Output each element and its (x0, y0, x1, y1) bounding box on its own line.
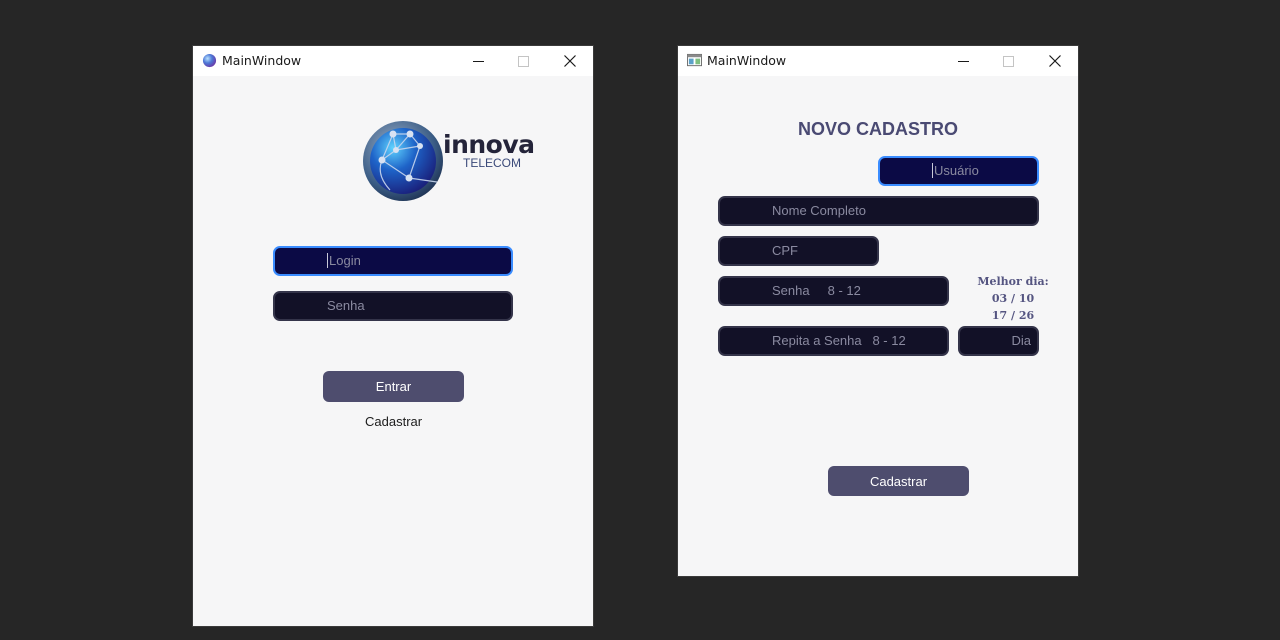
password-placeholder: Senha (327, 298, 365, 313)
repeat-password-placeholder: Repita a Senha 8 - 12 (772, 333, 906, 348)
text-caret (327, 253, 328, 268)
password-placeholder: Senha 8 - 12 (772, 283, 861, 298)
minimize-button[interactable] (456, 46, 501, 76)
brand-subtitle: TELECOM (463, 156, 522, 170)
username-input[interactable]: Usuário (878, 156, 1039, 186)
login-window: MainWindow innova TELECOM Login Senha En… (193, 46, 593, 626)
window-icon (687, 53, 702, 67)
register-window: MainWindow NOVO CADASTRO Usuário Nome Co… (678, 46, 1078, 576)
best-day-hint: Melhor dia: 03 / 10 17 / 26 (976, 273, 1050, 324)
window-title: MainWindow (707, 53, 787, 68)
minimize-icon (958, 60, 969, 62)
day-input[interactable]: Dia (958, 326, 1039, 356)
best-day-title: Melhor dia: (977, 275, 1049, 288)
fullname-placeholder: Nome Completo (772, 203, 866, 218)
minimize-button[interactable] (941, 46, 986, 76)
close-icon (1048, 55, 1061, 67)
password-input[interactable]: Senha 8 - 12 (718, 276, 949, 306)
title-bar[interactable]: MainWindow (678, 46, 1078, 76)
cpf-placeholder: CPF (772, 243, 798, 258)
username-placeholder: Usuário (934, 163, 979, 178)
register-link[interactable]: Cadastrar (365, 414, 422, 429)
maximize-icon (1003, 55, 1014, 67)
maximize-icon (518, 55, 529, 67)
close-button[interactable] (547, 46, 592, 76)
globe-network-logo (363, 121, 443, 201)
brand-name: innova (443, 130, 535, 159)
day-placeholder: Dia (1011, 333, 1031, 348)
minimize-icon (473, 60, 484, 62)
title-bar[interactable]: MainWindow (193, 46, 593, 76)
globe-icon (202, 53, 217, 68)
password-input[interactable]: Senha (273, 291, 513, 321)
close-button[interactable] (1032, 46, 1077, 76)
close-icon (563, 55, 576, 67)
fullname-input[interactable]: Nome Completo (718, 196, 1039, 226)
window-title: MainWindow (222, 53, 302, 68)
best-day-option-1: 03 / 10 (991, 292, 1035, 305)
text-caret (932, 163, 933, 178)
best-day-option-2: 17 / 26 (991, 309, 1035, 322)
page-title: NOVO CADASTRO (798, 119, 959, 139)
login-input[interactable]: Login (273, 246, 513, 276)
maximize-button[interactable] (986, 46, 1031, 76)
submit-register-button[interactable]: Cadastrar (828, 466, 969, 496)
maximize-button[interactable] (501, 46, 546, 76)
login-placeholder: Login (329, 253, 361, 268)
enter-button[interactable]: Entrar (323, 371, 464, 402)
cpf-input[interactable]: CPF (718, 236, 879, 266)
repeat-password-input[interactable]: Repita a Senha 8 - 12 (718, 326, 949, 356)
